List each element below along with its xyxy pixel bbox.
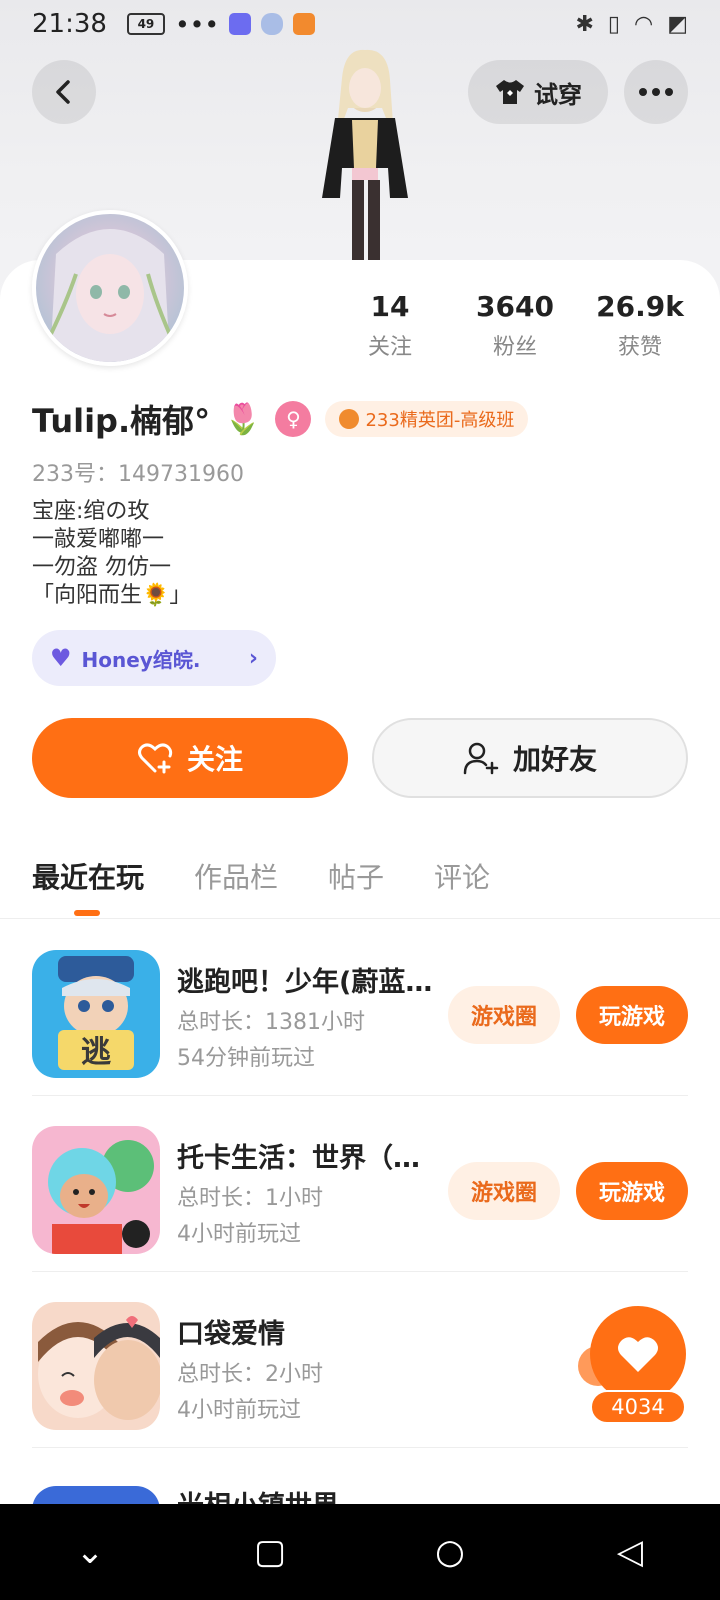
relationship-chip-label: Honey绾皖. (81, 647, 201, 672)
game-item[interactable]: 逃 逃跑吧！少年(蔚蓝… 总时长：1381小时 54分钟前玩过 游戏圈 玩游戏 (32, 920, 688, 1096)
back-button[interactable] (32, 60, 96, 124)
follow-button[interactable]: 关注 (32, 718, 348, 798)
play-game-button[interactable]: 玩游戏 (576, 1162, 688, 1220)
more-dots-icon: ••• (174, 9, 220, 39)
back-triangle-icon[interactable]: ◁ (600, 1532, 660, 1572)
avatar-3d-figure[interactable] (290, 48, 440, 260)
heart-icon (618, 1337, 658, 1372)
status-bar: 21:38 49 ••• ✱ ▯ ◠ ◩ (0, 0, 720, 48)
bluetooth-icon: ✱ (575, 11, 594, 37)
tryon-label: 试穿 (534, 80, 582, 109)
game-circle-button[interactable]: 游戏圈 (448, 1162, 560, 1220)
game-icon (32, 1302, 160, 1430)
female-gender-icon: ♀ (275, 401, 312, 437)
play-game-button[interactable]: 玩游戏 (576, 986, 688, 1044)
game-icon (32, 1126, 160, 1254)
heart-icon: ♥ (50, 644, 72, 672)
game-duration: 总时长：1小时 (177, 1186, 323, 1211)
avatar-illustration (44, 229, 176, 362)
tulip-icon: 🌷 (224, 401, 262, 437)
stat-fans[interactable]: 3640 粉丝 (455, 290, 575, 361)
team-emblem-icon (339, 409, 360, 429)
tab-recent-playing[interactable]: 最近在玩 (32, 856, 144, 896)
tryon-button[interactable]: 试穿 (468, 60, 608, 124)
heart-plus-icon (137, 743, 173, 774)
username: Tulip.楠郁° (32, 402, 211, 440)
add-user-icon (463, 742, 499, 775)
stat-value: 26.9k (596, 290, 684, 323)
profile-stats: 14 关注 3640 粉丝 26.9k 获赞 (330, 290, 700, 361)
profile-avatar[interactable] (32, 210, 188, 366)
like-count-badge: 4034 (590, 1390, 686, 1424)
team-badge-label: 233精英团-高级班 (365, 410, 515, 431)
stat-label: 获赞 (617, 335, 662, 360)
game-last-played: 54分钟前玩过 (177, 1046, 315, 1071)
game-duration: 总时长：2小时 (177, 1362, 323, 1387)
chevron-right-icon: › (248, 645, 258, 671)
tab-posts[interactable]: 帖子 (328, 856, 384, 896)
like-floating-button[interactable] (590, 1306, 686, 1402)
status-time: 21:38 (32, 9, 107, 39)
system-navigation-bar: ⌄ ▢ ○ ◁ (0, 1504, 720, 1600)
add-friend-label: 加好友 (512, 743, 597, 776)
game-title: 口袋爱情 (177, 1319, 285, 1350)
team-badge[interactable]: 233精英团-高级班 (325, 401, 529, 437)
user-id: 233号：149731960 (32, 462, 244, 487)
game-last-played: 4小时前玩过 (177, 1398, 301, 1423)
recent-apps-square-icon[interactable]: ▢ (240, 1532, 300, 1572)
app-icon (293, 13, 316, 35)
stat-label: 关注 (367, 335, 412, 360)
game-item[interactable]: 托卡生活：世界（… 总时长：1小时 4小时前玩过 游戏圈 玩游戏 (32, 1096, 688, 1272)
bio-line: 一勿盗 勿仿一 (32, 555, 171, 580)
chevron-left-icon (56, 80, 70, 104)
more-horizontal-icon (639, 88, 673, 96)
bio-line: 「向阳而生🌻」 (32, 583, 192, 608)
game-title: 托卡生活：世界（… (177, 1143, 420, 1174)
wifi-icon: ◠ (634, 11, 654, 37)
tshirt-icon (496, 80, 524, 104)
tab-comments[interactable]: 评论 (434, 856, 490, 896)
stat-following[interactable]: 14 关注 (330, 290, 450, 361)
stat-value: 3640 (476, 290, 554, 323)
relationship-chip[interactable]: ♥ Honey绾皖. › (32, 630, 276, 686)
battery-icon: 49 (126, 13, 165, 35)
stat-label: 粉丝 (492, 335, 537, 360)
game-last-played: 4小时前玩过 (177, 1222, 301, 1247)
profile-tabs: 最近在玩 作品栏 帖子 评论 (32, 856, 490, 896)
name-row: Tulip.楠郁° 🌷 ♀ 233精英团-高级班 (32, 396, 529, 442)
vibrate-icon: ▯ (607, 11, 620, 37)
home-circle-icon[interactable]: ○ (420, 1532, 480, 1572)
bio-line: 宝座:绾の玫 (32, 499, 150, 524)
chevron-down-icon[interactable]: ⌄ (60, 1532, 120, 1572)
tabs-divider (0, 918, 720, 919)
add-friend-button[interactable]: 加好友 (372, 718, 688, 798)
stat-value: 14 (370, 290, 410, 323)
game-icon: 逃 (32, 950, 160, 1078)
more-options-button[interactable] (624, 60, 688, 124)
svg-text:逃: 逃 (81, 1035, 111, 1070)
cloud-icon (261, 13, 284, 35)
sim-off-icon: ◩ (667, 11, 688, 37)
game-title: 逃跑吧！少年(蔚蓝… (177, 967, 433, 998)
game-duration: 总时长：1381小时 (177, 1010, 365, 1035)
follow-label: 关注 (186, 743, 243, 776)
bio: 宝座:绾の玫 一敲爱嘟嘟一 一勿盗 勿仿一 「向阳而生🌻」 (32, 498, 191, 610)
game-circle-button[interactable]: 游戏圈 (448, 986, 560, 1044)
bio-line: 一敲爱嘟嘟一 (32, 527, 165, 552)
game-icon (229, 13, 252, 35)
active-tab-indicator (74, 910, 100, 916)
stat-likes[interactable]: 26.9k 获赞 (580, 290, 700, 361)
tab-works[interactable]: 作品栏 (194, 856, 278, 896)
